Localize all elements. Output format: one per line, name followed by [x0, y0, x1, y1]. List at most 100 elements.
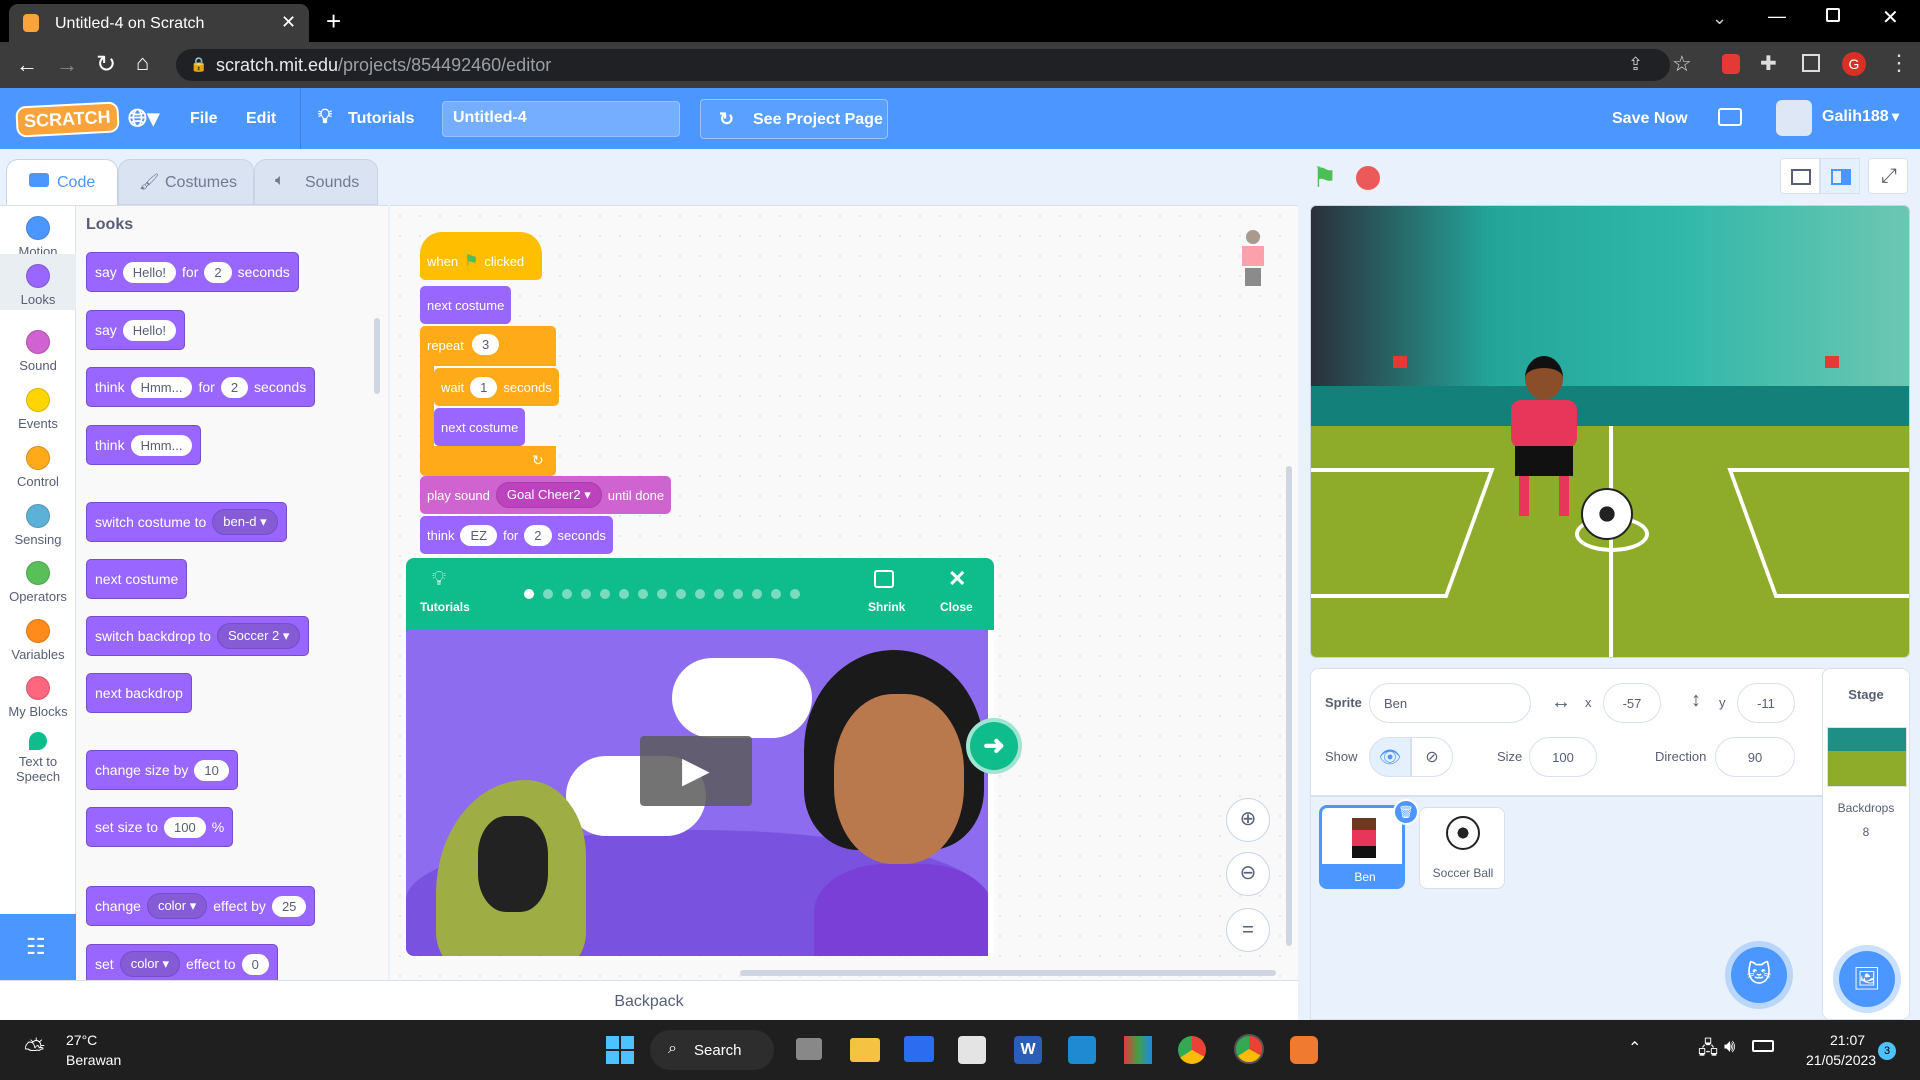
category-motion[interactable]: Motion	[0, 216, 76, 259]
tutorial-next-button[interactable]: ➜	[966, 718, 1022, 774]
soccer-ball-sprite[interactable]	[1581, 488, 1633, 540]
show-visible-button[interactable]: 👁︎	[1369, 737, 1411, 777]
save-now-button[interactable]: Save Now	[1612, 110, 1688, 128]
browser-tab[interactable]: Untitled-4 on Scratch ✕	[9, 4, 309, 42]
side-panel-icon[interactable]	[1802, 54, 1820, 72]
scratch-logo[interactable]: SCRATCH	[15, 101, 120, 138]
block-input[interactable]: Hmm...	[130, 434, 193, 456]
script-inner-next-costume[interactable]: next costume	[434, 408, 526, 446]
block-input[interactable]: 25	[271, 895, 307, 917]
store-icon[interactable]	[958, 1036, 986, 1064]
script-wait[interactable]: wait 1 seconds	[434, 368, 559, 406]
weather-desc[interactable]: Berawan	[66, 1052, 121, 1068]
direction-input[interactable]: 90	[1715, 737, 1795, 777]
block-think[interactable]: think Hmm...	[86, 425, 202, 465]
green-flag-button[interactable]: ⚑	[1312, 161, 1337, 194]
category-looks[interactable]: Looks	[0, 254, 76, 310]
y-input[interactable]: -11	[1737, 683, 1795, 723]
battery-icon[interactable]	[1752, 1040, 1774, 1052]
block-think-for-seconds[interactable]: think Hmm... for 2 seconds	[86, 367, 316, 407]
taskbar-search[interactable]: ⌕ Search	[650, 1030, 774, 1070]
category-events[interactable]: Events	[0, 388, 76, 431]
block-change-size[interactable]: change size by 10	[86, 750, 238, 790]
sprite-name-input[interactable]: Ben	[1369, 683, 1531, 723]
tutorial-step-dot[interactable]	[695, 589, 705, 599]
stop-button[interactable]	[1356, 166, 1380, 190]
script-next-costume[interactable]: next costume	[420, 286, 512, 324]
script-hscrollbar[interactable]	[740, 970, 1276, 976]
block-input[interactable]: 0	[241, 953, 269, 975]
size-input[interactable]: 100	[1529, 737, 1597, 777]
block-set-size[interactable]: set size to 100%	[86, 807, 234, 847]
script-play-sound[interactable]: play sound Goal Cheer2 ▾ until done	[420, 476, 672, 514]
winrar-icon[interactable]	[1124, 1036, 1152, 1064]
tutorial-step-dot[interactable]	[714, 589, 724, 599]
block-input[interactable]: Hmm...	[130, 376, 193, 398]
block-dropdown[interactable]: ben-d ▾	[212, 509, 278, 535]
chrome-icon[interactable]	[1178, 1036, 1206, 1064]
word-icon[interactable]: W	[1014, 1036, 1042, 1064]
block-input[interactable]: 2	[524, 524, 552, 546]
block-input[interactable]: Hello!	[122, 261, 177, 283]
tutorial-step-dot[interactable]	[771, 589, 781, 599]
block-switch-costume[interactable]: switch costume to ben-d ▾	[86, 502, 287, 542]
vscode-icon[interactable]	[1068, 1036, 1096, 1064]
chrome-profile-icon[interactable]	[1234, 1034, 1264, 1064]
tutorial-step-dot[interactable]	[600, 589, 610, 599]
task-view-icon[interactable]	[796, 1038, 822, 1060]
weather-icon[interactable]: ⛅︎	[24, 1034, 45, 1066]
weather-temp[interactable]: 27°C	[66, 1032, 97, 1048]
username[interactable]: Galih188	[1822, 108, 1889, 126]
tutorials-menu[interactable]: Tutorials	[348, 110, 414, 128]
tab-sounds[interactable]: 🔈︎ Sounds	[254, 159, 378, 205]
block-say-for-seconds[interactable]: say Hello! for 2 seconds	[86, 252, 299, 292]
tutorial-video[interactable]: ▶	[406, 630, 988, 956]
category-text-to-speech[interactable]: Text to Speech	[0, 732, 76, 784]
category-my-blocks[interactable]: My Blocks	[0, 676, 76, 719]
tutorial-step-dot[interactable]	[638, 589, 648, 599]
block-next-costume[interactable]: next costume	[86, 559, 188, 599]
tutorial-step-dot[interactable]	[543, 589, 553, 599]
tutorial-step-dot[interactable]	[524, 589, 534, 599]
start-button[interactable]	[606, 1036, 634, 1064]
reload-icon[interactable]: ↻	[96, 50, 116, 79]
block-input[interactable]: EZ	[460, 524, 498, 546]
tutorial-card[interactable]: 💡︎ Tutorials Shrink ✕ Close ▶	[406, 558, 994, 956]
choose-backdrop-button[interactable]: 🖼︎	[1839, 951, 1895, 1007]
block-say[interactable]: say Hello!	[86, 310, 186, 350]
block-input[interactable]: 100	[164, 816, 206, 838]
project-title-input[interactable]: Untitled-4	[442, 101, 680, 137]
restore-icon[interactable]	[1826, 8, 1840, 22]
zoom-in-button[interactable]: ⊕	[1226, 798, 1270, 842]
stage-canvas[interactable]	[1310, 205, 1910, 658]
x-input[interactable]: -57	[1603, 683, 1661, 723]
show-hidden-button[interactable]: ⊘	[1411, 737, 1453, 777]
back-icon[interactable]: ←	[16, 52, 38, 78]
zoom-reset-button[interactable]: =	[1226, 908, 1270, 952]
shrink-icon[interactable]	[874, 570, 894, 588]
tutorials-label[interactable]: Tutorials	[420, 600, 470, 614]
profile-avatar[interactable]: G	[1842, 52, 1866, 76]
shrink-label[interactable]: Shrink	[868, 600, 905, 614]
sprite-tile-ben[interactable]: Ben	[1319, 805, 1405, 889]
file-explorer-icon[interactable]	[850, 1038, 880, 1062]
block-set-effect[interactable]: set color ▾ effect to 0	[86, 944, 278, 984]
new-tab-icon[interactable]: +	[326, 6, 341, 37]
category-sound[interactable]: Sound	[0, 330, 76, 373]
sprite-tile-soccer-ball[interactable]: Soccer Ball	[1419, 807, 1505, 889]
clock-date[interactable]: 21/05/2023	[1806, 1052, 1876, 1068]
script-area[interactable]: when ⚑ clicked next costume repeat 3 ↻ wai…	[390, 205, 1298, 980]
share-icon[interactable]: ⇪	[1628, 54, 1643, 75]
minimize-icon[interactable]: —	[1768, 6, 1786, 27]
category-sensing[interactable]: Sensing	[0, 504, 76, 547]
tutorial-step-dot[interactable]	[562, 589, 572, 599]
extension-red-icon[interactable]	[1722, 54, 1740, 74]
see-project-page-button[interactable]: ↻ See Project Page	[700, 99, 888, 139]
ben-sprite[interactable]	[1493, 356, 1593, 516]
script-think[interactable]: think EZ for 2 seconds	[420, 516, 613, 554]
delete-sprite-button[interactable]: 🗑︎	[1393, 799, 1419, 825]
add-extension-button[interactable]: ☷	[0, 914, 76, 981]
close-tutorial-label[interactable]: Close	[940, 600, 973, 614]
volume-icon[interactable]: 🔊︎	[1724, 1036, 1735, 1057]
block-input[interactable]: 2	[204, 261, 232, 283]
